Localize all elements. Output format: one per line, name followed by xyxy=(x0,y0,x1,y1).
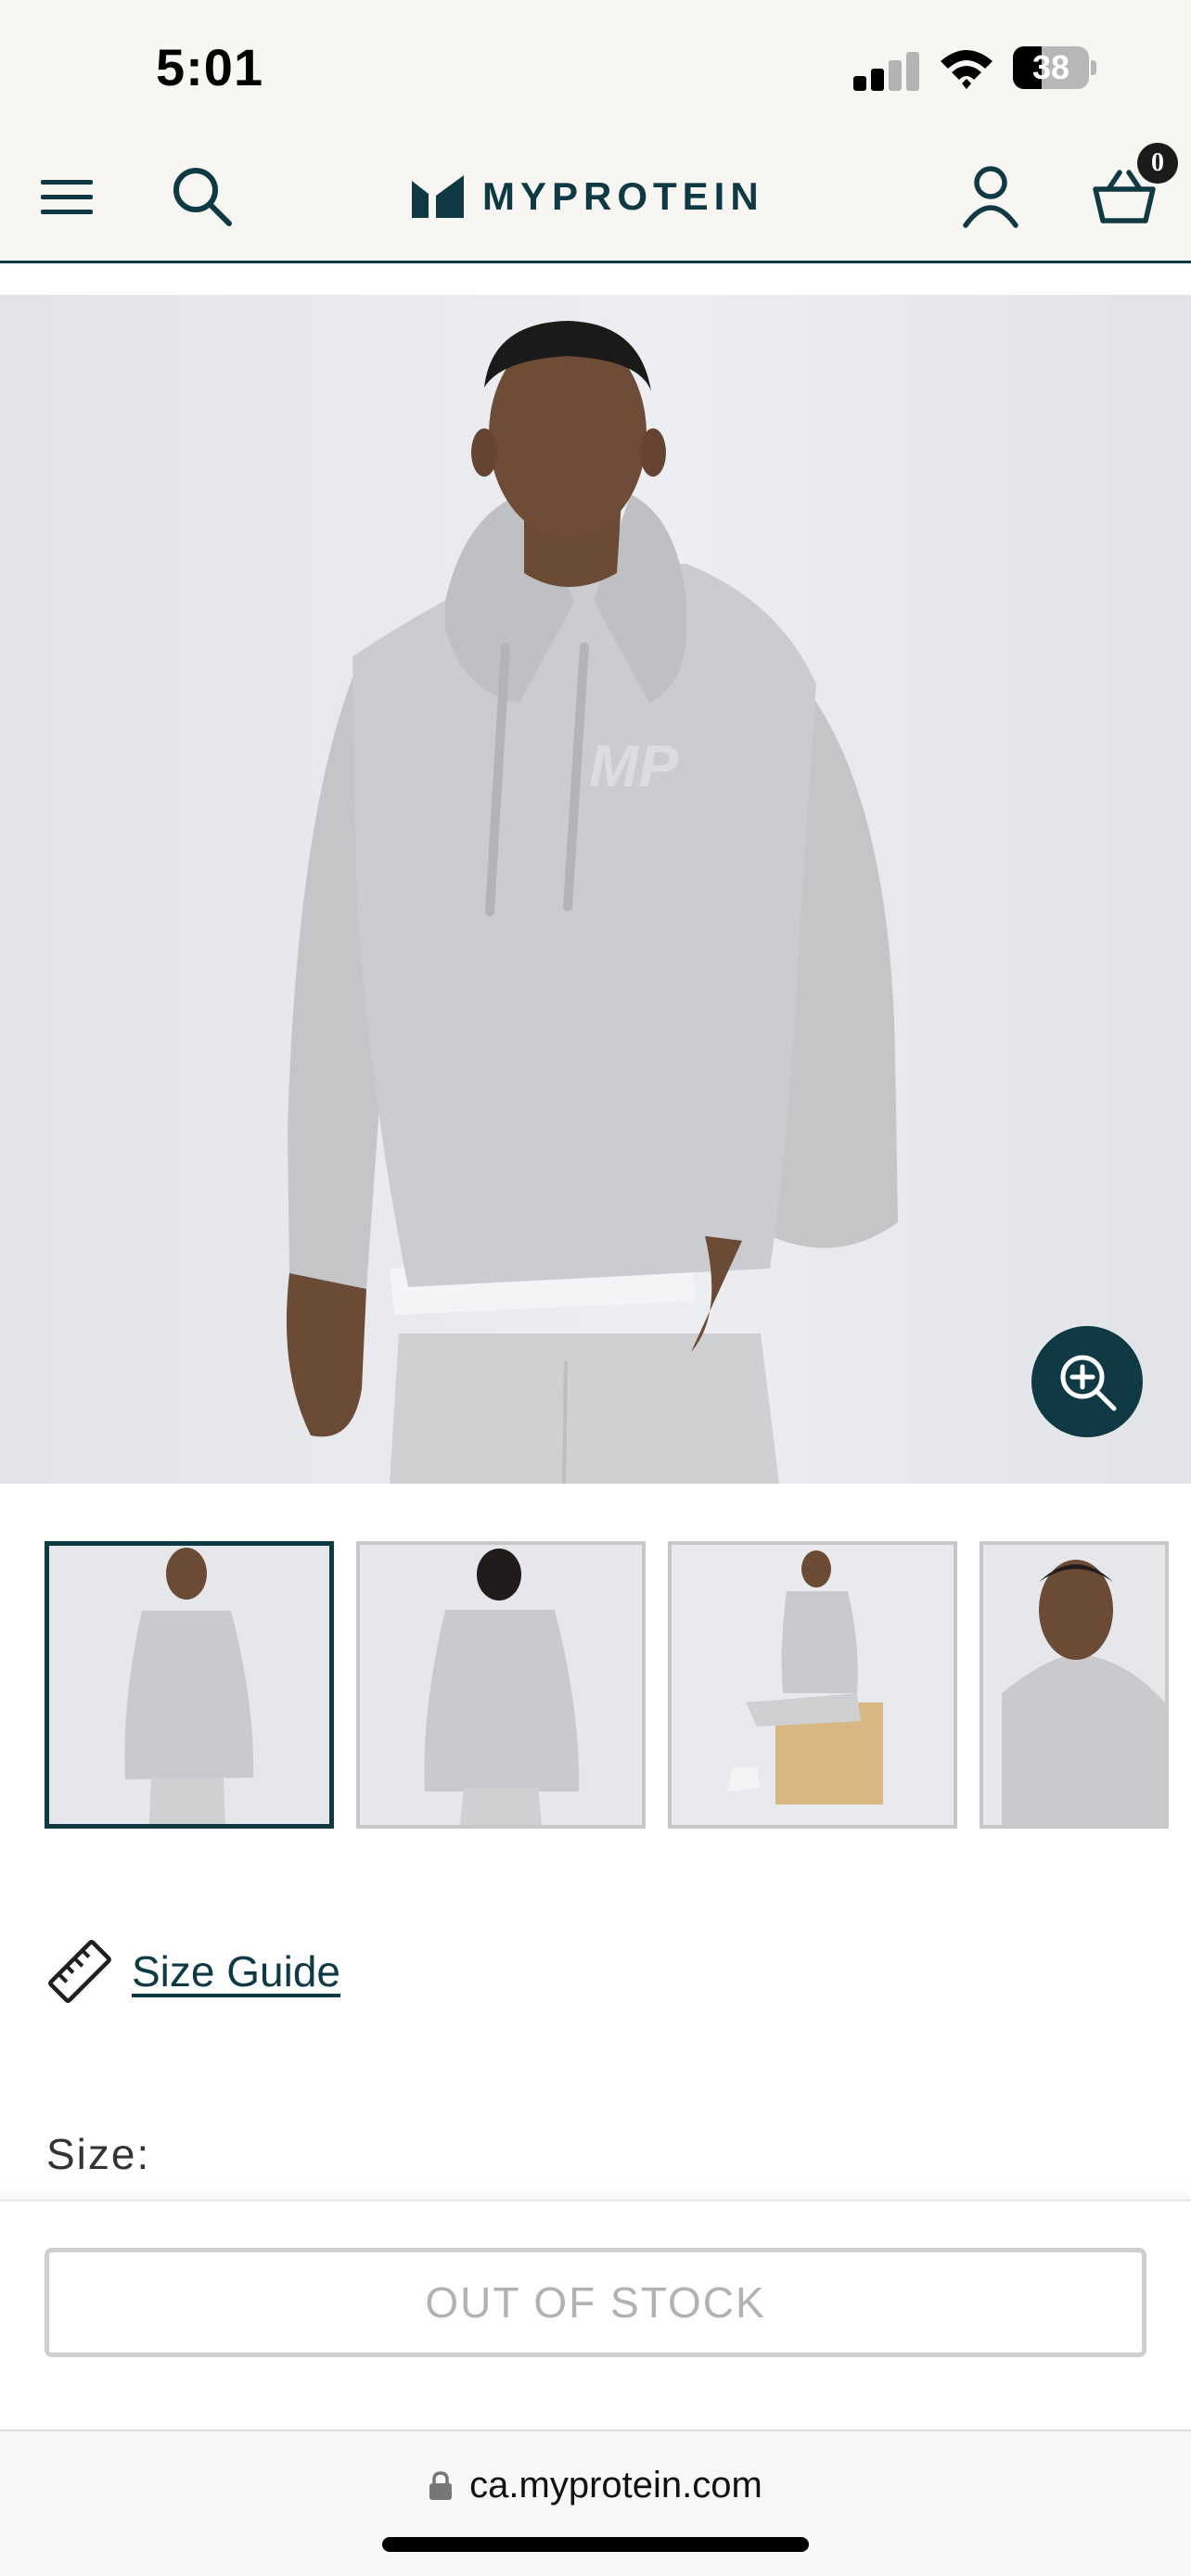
thumbnail-seated-image xyxy=(672,1545,954,1825)
out-of-stock-button[interactable]: OUT OF STOCK xyxy=(45,2248,1146,2357)
product-main-image[interactable]: MP xyxy=(0,295,1191,1484)
status-bar: 5:01 38 xyxy=(0,0,1191,130)
sticky-purchase-panel: OUT OF STOCK xyxy=(0,2200,1191,2429)
hamburger-menu-icon xyxy=(41,180,93,214)
cellular-signal-icon xyxy=(853,50,920,91)
wifi-icon xyxy=(941,50,992,89)
model-hoodie-illustration: MP xyxy=(286,321,898,1484)
search-button[interactable] xyxy=(163,158,241,236)
ruler-icon xyxy=(48,1940,111,2003)
url-text: ca.myprotein.com xyxy=(469,2465,762,2506)
myprotein-logo-icon xyxy=(412,175,464,218)
account-button[interactable] xyxy=(952,158,1030,236)
thumbnail-3[interactable] xyxy=(668,1541,957,1829)
battery-icon: 38 xyxy=(1013,46,1096,89)
svg-text:MP: MP xyxy=(589,733,678,799)
menu-button[interactable] xyxy=(28,158,106,236)
battery-level: 38 xyxy=(1031,48,1070,86)
url-field[interactable]: ca.myprotein.com xyxy=(0,2465,1191,2506)
site-header: MYPROTEIN xyxy=(0,130,1191,263)
basket-count-badge: 0 xyxy=(1137,143,1178,184)
user-icon xyxy=(963,166,1018,228)
zoom-button[interactable] xyxy=(1031,1326,1143,1437)
browser-address-bar: ca.myprotein.com xyxy=(0,2429,1191,2576)
size-guide-label: Size Guide xyxy=(132,1947,341,1996)
size-guide-link[interactable]: Size Guide xyxy=(46,1938,340,2005)
thumbnail-4[interactable] xyxy=(980,1541,1169,1829)
thumbnail-closeup-image xyxy=(983,1545,1165,1825)
thumbnail-front-image xyxy=(49,1546,329,1824)
brand-name: MYPROTEIN xyxy=(482,174,764,218)
lock-icon xyxy=(429,2470,453,2500)
thumbnail-1[interactable] xyxy=(45,1541,334,1829)
search-icon xyxy=(173,168,232,226)
thumbnail-back-image xyxy=(360,1545,642,1825)
thumbnail-2[interactable] xyxy=(356,1541,646,1829)
brand-logo[interactable]: MYPROTEIN xyxy=(412,171,764,223)
zoom-in-icon xyxy=(1060,1355,1117,1411)
size-label: Size: xyxy=(46,2130,151,2178)
status-time: 5:01 xyxy=(156,38,264,96)
home-indicator[interactable] xyxy=(382,2537,809,2552)
